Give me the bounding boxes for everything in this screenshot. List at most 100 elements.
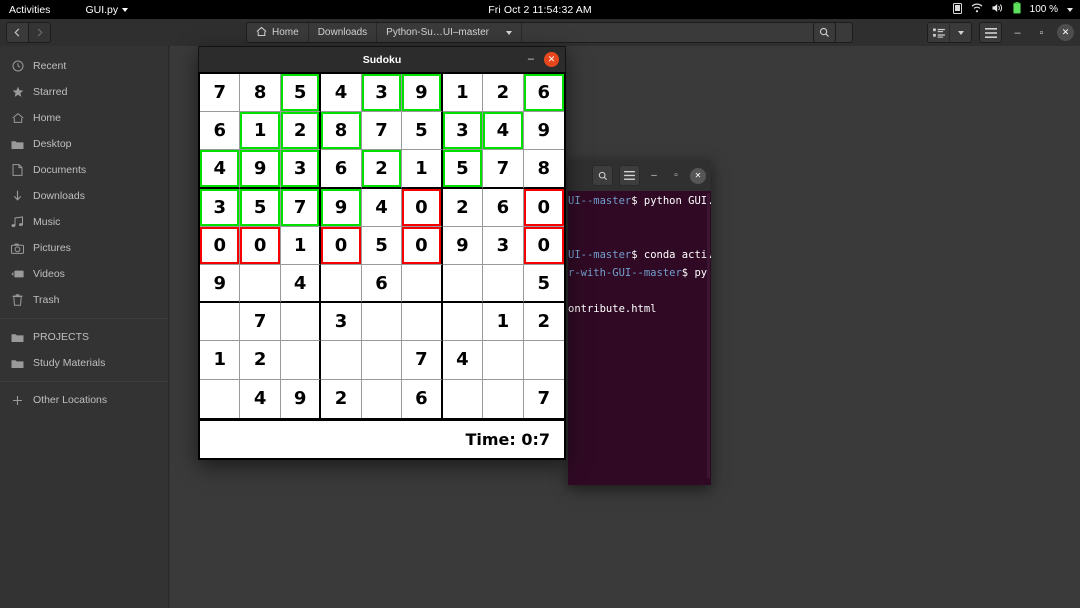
sudoku-cell-r8c3[interactable] [281,341,321,379]
maximize-button[interactable]: ▫ [1033,24,1050,41]
sudoku-cell-r4c3[interactable]: 7 [281,189,321,227]
sidebar-item-pictures[interactable]: Pictures [0,235,168,261]
sudoku-cell-r7c7[interactable] [443,303,483,341]
sidebar-item-starred[interactable]: Starred [0,79,168,105]
sudoku-cell-r4c1[interactable]: 3 [200,189,240,227]
sudoku-cell-r8c7[interactable]: 4 [443,341,483,379]
breadcrumb-item-current[interactable]: Python-Su…UI–master [376,23,521,42]
sudoku-cell-r4c7[interactable]: 2 [443,189,483,227]
sudoku-cell-r9c4[interactable]: 2 [321,380,361,418]
chevron-down-icon[interactable] [1067,8,1073,12]
sudoku-cell-r8c4[interactable] [321,341,361,379]
sudoku-cell-r1c6[interactable]: 9 [402,74,442,112]
terminal-close-button[interactable]: ✕ [690,168,706,184]
sudoku-cell-r3c8[interactable]: 7 [483,150,523,188]
sudoku-cell-r3c7[interactable]: 5 [443,150,483,188]
sudoku-cell-r3c3[interactable]: 3 [281,150,321,188]
sudoku-cell-r6c9[interactable]: 5 [524,265,564,303]
system-status-area[interactable]: 100 % [953,2,1073,17]
terminal-hamburger-menu-icon[interactable] [619,165,640,186]
sudoku-cell-r7c6[interactable] [402,303,442,341]
terminal-minimize-button[interactable]: – [646,168,662,184]
sudoku-cell-r9c8[interactable] [483,380,523,418]
sudoku-cell-r6c1[interactable]: 9 [200,265,240,303]
view-grid-icon[interactable] [928,23,949,42]
sudoku-cell-r9c6[interactable]: 6 [402,380,442,418]
sudoku-cell-r6c8[interactable] [483,265,523,303]
sudoku-cell-r2c6[interactable]: 5 [402,112,442,150]
minimize-button[interactable]: – [1009,24,1026,41]
sudoku-cell-r7c9[interactable]: 2 [524,303,564,341]
breadcrumb-item-downloads[interactable]: Downloads [308,23,376,42]
sudoku-cell-r2c4[interactable]: 8 [321,112,361,150]
sidebar-item-desktop[interactable]: Desktop [0,131,168,157]
sudoku-cell-r2c3[interactable]: 2 [281,112,321,150]
sudoku-cell-r3c2[interactable]: 9 [240,150,280,188]
terminal-scrollbar[interactable] [707,193,710,478]
sudoku-cell-r2c1[interactable]: 6 [200,112,240,150]
activities-button[interactable]: Activities [0,4,59,16]
search-button[interactable] [813,22,836,43]
sudoku-cell-r3c6[interactable]: 1 [402,150,442,188]
sidebar-item-documents[interactable]: Documents [0,157,168,183]
clock[interactable]: Fri Oct 2 11:54:32 AM [0,4,1080,16]
sudoku-cell-r9c7[interactable] [443,380,483,418]
sudoku-cell-r5c6[interactable]: 0 [402,227,442,265]
sudoku-cell-r9c2[interactable]: 4 [240,380,280,418]
sidebar-item-music[interactable]: Music [0,209,168,235]
sudoku-cell-r9c1[interactable] [200,380,240,418]
sudoku-cell-r7c3[interactable] [281,303,321,341]
sudoku-cell-r9c9[interactable]: 7 [524,380,564,418]
sudoku-cell-r8c6[interactable]: 7 [402,341,442,379]
sudoku-cell-r6c3[interactable]: 4 [281,265,321,303]
sidebar-item-other-locations[interactable]: Other Locations [0,387,168,413]
sudoku-cell-r1c1[interactable]: 7 [200,74,240,112]
sudoku-cell-r8c1[interactable]: 1 [200,341,240,379]
terminal-maximize-button[interactable]: ▫ [668,168,684,184]
sudoku-cell-r6c2[interactable] [240,265,280,303]
sudoku-cell-r5c4[interactable]: 0 [321,227,361,265]
sudoku-cell-r5c5[interactable]: 5 [362,227,402,265]
breadcrumb-item-home[interactable]: Home [247,23,308,42]
sudoku-cell-r4c5[interactable]: 4 [362,189,402,227]
sidebar-item-downloads[interactable]: Downloads [0,183,168,209]
sudoku-cell-r2c7[interactable]: 3 [443,112,483,150]
sudoku-cell-r1c7[interactable]: 1 [443,74,483,112]
sudoku-cell-r2c5[interactable]: 7 [362,112,402,150]
sudoku-cell-r1c8[interactable]: 2 [483,74,523,112]
sudoku-cell-r8c5[interactable] [362,341,402,379]
terminal-output[interactable]: UI--master$ python GUI. UI--master$ cond… [568,191,711,485]
forward-button[interactable] [28,23,50,42]
sudoku-cell-r3c9[interactable]: 8 [524,150,564,188]
sudoku-cell-r4c6[interactable]: 0 [402,189,442,227]
sudoku-cell-r6c6[interactable] [402,265,442,303]
sudoku-cell-r6c4[interactable] [321,265,361,303]
sudoku-cell-r7c1[interactable] [200,303,240,341]
sudoku-cell-r1c3[interactable]: 5 [281,74,321,112]
sidebar-item-recent[interactable]: Recent [0,53,168,79]
sidebar-item-study-materials[interactable]: Study Materials [0,350,168,376]
sudoku-grid[interactable]: 7854391266128753494936215783579402600010… [198,72,566,420]
sudoku-cell-r7c4[interactable]: 3 [321,303,361,341]
sudoku-cell-r4c2[interactable]: 5 [240,189,280,227]
sudoku-cell-r5c7[interactable]: 9 [443,227,483,265]
sudoku-close-button[interactable]: ✕ [544,52,559,67]
sidebar-item-trash[interactable]: Trash [0,287,168,313]
app-menu-button[interactable]: GUI.py [85,4,128,16]
sudoku-cell-r8c2[interactable]: 2 [240,341,280,379]
sudoku-cell-r2c2[interactable]: 1 [240,112,280,150]
sudoku-cell-r9c3[interactable]: 9 [281,380,321,418]
sudoku-cell-r7c2[interactable]: 7 [240,303,280,341]
view-dropdown-chevron-down-icon[interactable] [949,23,971,42]
sudoku-minimize-button[interactable]: – [528,54,534,65]
path-empty-area[interactable] [521,23,852,42]
sudoku-cell-r7c8[interactable]: 1 [483,303,523,341]
sudoku-cell-r5c3[interactable]: 1 [281,227,321,265]
sudoku-cell-r3c4[interactable]: 6 [321,150,361,188]
sudoku-cell-r4c9[interactable]: 0 [524,189,564,227]
sudoku-cell-r7c5[interactable] [362,303,402,341]
sudoku-cell-r2c9[interactable]: 9 [524,112,564,150]
sudoku-cell-r3c5[interactable]: 2 [362,150,402,188]
sudoku-cell-r8c9[interactable] [524,341,564,379]
sidebar-item-projects[interactable]: PROJECTS [0,324,168,350]
